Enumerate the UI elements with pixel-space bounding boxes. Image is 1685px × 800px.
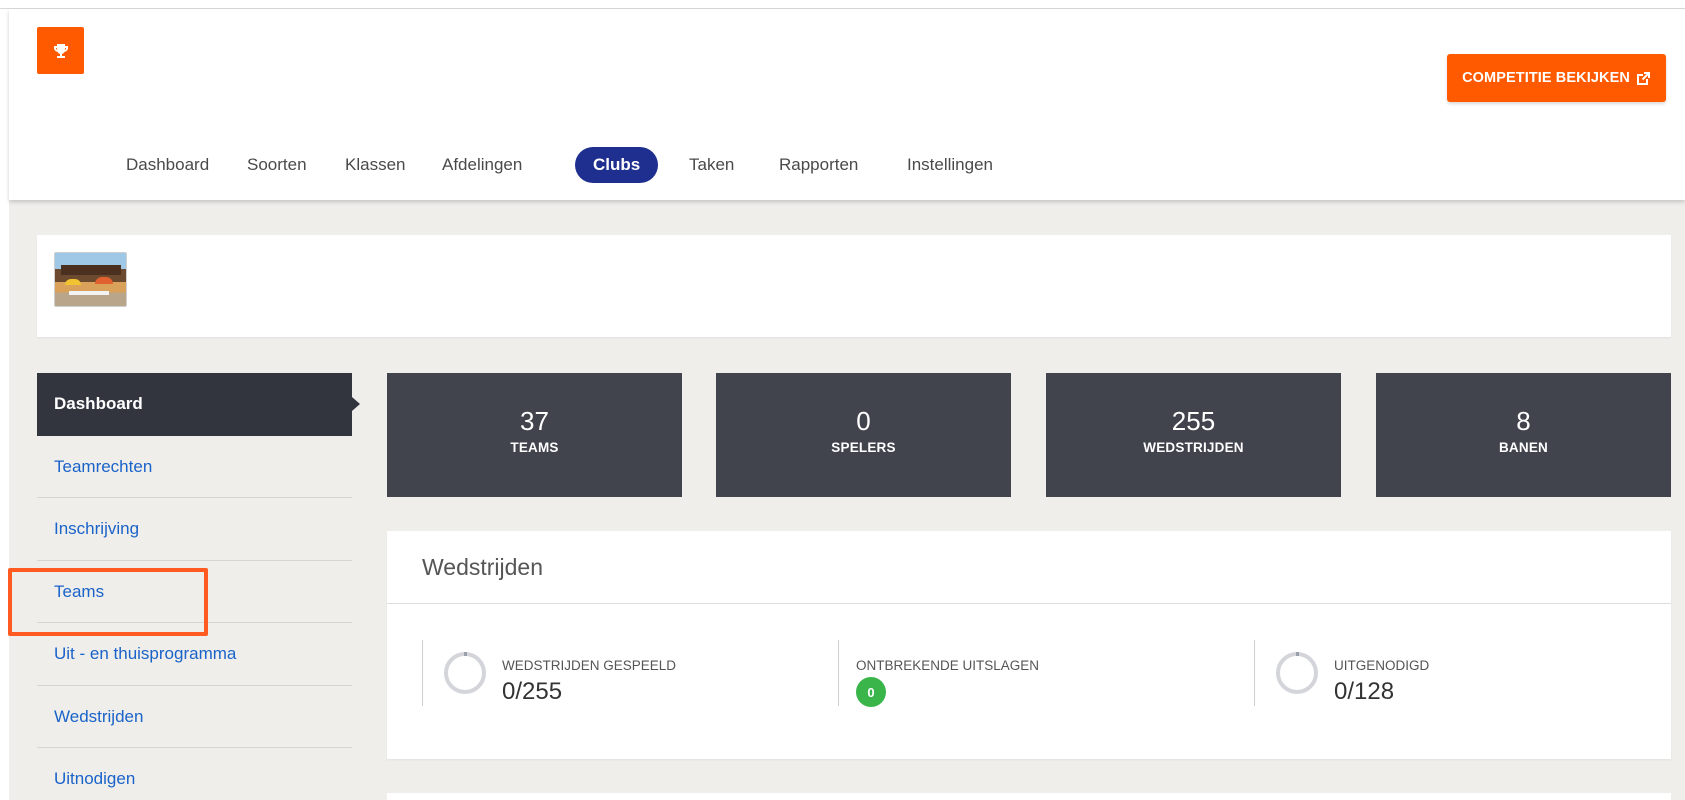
nav-item-afdelingen[interactable]: Afdelingen <box>424 147 540 183</box>
nav-item-taken[interactable]: Taken <box>671 147 752 183</box>
stat-label: WEDSTRIJDEN <box>1143 440 1244 455</box>
stat-label: TEAMS <box>510 440 559 455</box>
stat-value: 8 <box>1516 406 1531 436</box>
stat-label: SPELERS <box>831 440 896 455</box>
external-link-icon <box>1636 71 1651 86</box>
metric-wedstrijden-gespeeld: WEDSTRIJDEN GESPEELD 0/255 <box>422 640 822 706</box>
metric-divider <box>422 640 423 706</box>
progress-ring-icon <box>1276 652 1318 694</box>
club-header-card <box>37 235 1671 337</box>
sidebar-item-uitnodigen[interactable]: Uitnodigen <box>37 748 352 800</box>
metric-ontbrekende-uitslagen: ONTBREKENDE UITSLAGEN 0 <box>838 640 1238 707</box>
metric-value: 0/128 <box>1334 678 1395 705</box>
next-panel-edge <box>387 793 1671 800</box>
teams-highlight-box <box>8 568 208 636</box>
metric-label: WEDSTRIJDEN GESPEELD <box>502 658 677 673</box>
nav-item-dashboard[interactable]: Dashboard <box>108 147 227 183</box>
panel-title: Wedstrijden <box>387 531 1671 604</box>
competitie-bekijken-button[interactable]: COMPETITIE BEKIJKEN <box>1447 54 1666 102</box>
stat-card-spelers[interactable]: 0 SPELERS <box>716 373 1011 497</box>
stat-value: 255 <box>1171 406 1216 436</box>
metric-label: ONTBREKENDE UITSLAGEN <box>856 658 1040 673</box>
wedstrijden-panel: Wedstrijden WEDSTRIJDEN GESPEELD 0/255 O… <box>387 531 1671 759</box>
stat-value: 37 <box>520 406 549 436</box>
nav-item-soorten[interactable]: Soorten <box>229 147 325 183</box>
missing-results-badge: 0 <box>856 677 886 707</box>
nav-item-clubs[interactable]: Clubs <box>575 147 659 183</box>
metric-label: UITGENODIGD <box>1334 658 1430 673</box>
logo-button[interactable] <box>37 27 84 74</box>
stat-card-banen[interactable]: 8 BANEN <box>1376 373 1671 497</box>
nav-item-rapporten[interactable]: Rapporten <box>761 147 876 183</box>
header: COMPETITIE BEKIJKEN Dashboard Soorten Kl… <box>9 9 1685 200</box>
metric-divider <box>838 640 839 706</box>
sidebar-item-inschrijving[interactable]: Inschrijving <box>37 498 352 561</box>
main-nav: Dashboard Soorten Klassen Afdelingen Clu… <box>9 147 1685 183</box>
stat-card-wedstrijden[interactable]: 255 WEDSTRIJDEN <box>1046 373 1341 497</box>
progress-ring-icon <box>444 652 486 694</box>
sidebar-item-teamrechten[interactable]: Teamrechten <box>37 436 352 498</box>
metric-value: 0/255 <box>502 678 563 705</box>
cta-label: COMPETITIE BEKIJKEN <box>1462 70 1630 86</box>
stat-card-teams[interactable]: 37 TEAMS <box>387 373 682 497</box>
trophy-icon <box>53 43 68 58</box>
sidebar-item-wedstrijden[interactable]: Wedstrijden <box>37 686 352 748</box>
club-photo <box>54 252 127 307</box>
nav-item-klassen[interactable]: Klassen <box>327 147 423 183</box>
stat-label: BANEN <box>1498 440 1548 455</box>
sidebar-item-dashboard[interactable]: Dashboard <box>37 373 360 436</box>
metric-divider <box>1254 640 1255 706</box>
metric-uitgenodigd: UITGENODIGD 0/128 <box>1254 640 1654 706</box>
stat-value: 0 <box>856 406 871 436</box>
nav-item-instellingen[interactable]: Instellingen <box>889 147 1011 183</box>
